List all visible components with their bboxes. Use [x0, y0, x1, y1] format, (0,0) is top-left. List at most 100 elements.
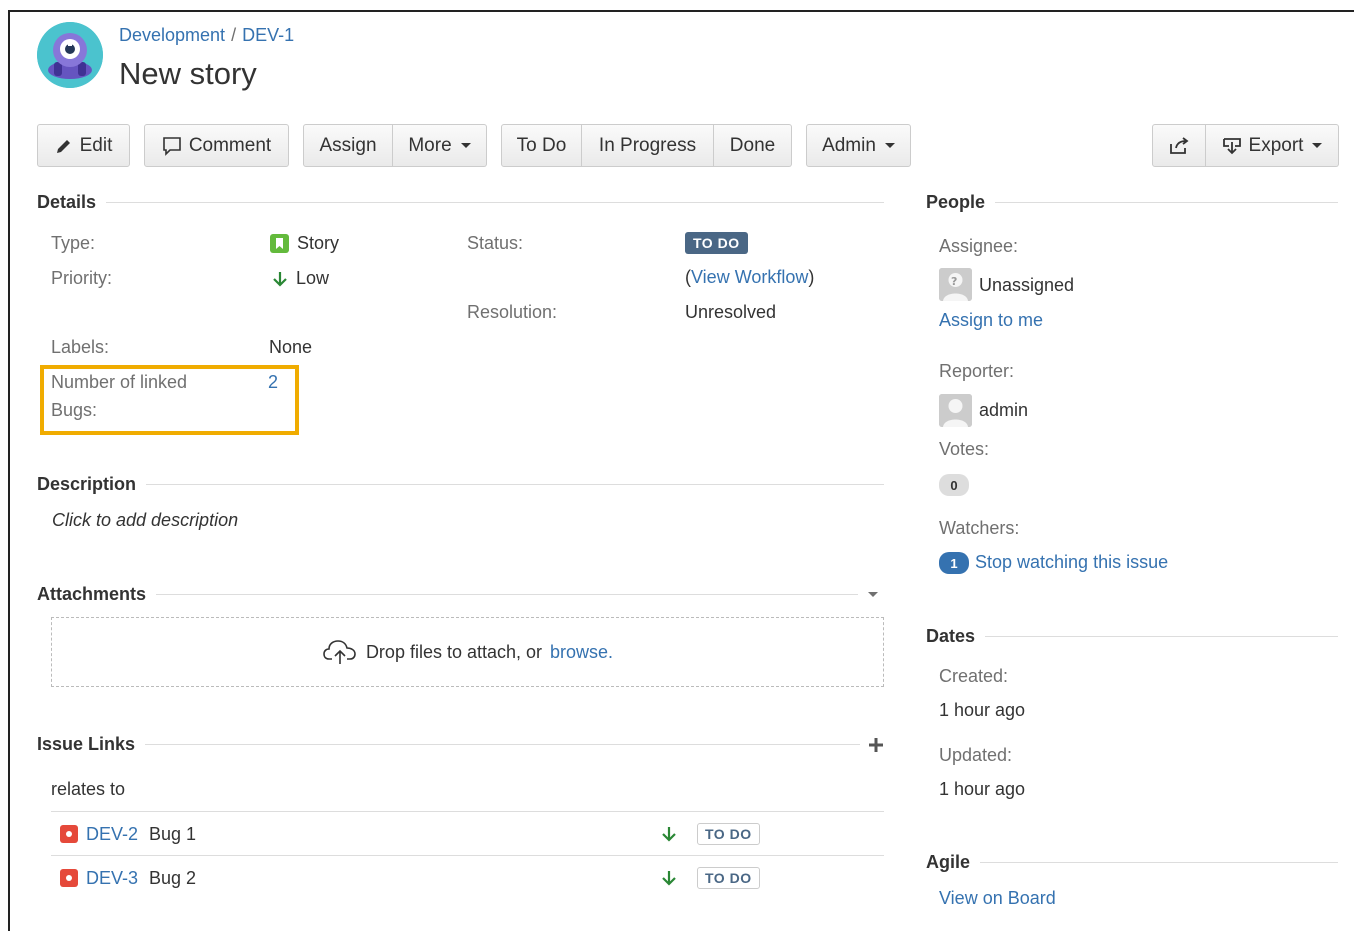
- status-lozenge: TO DO: [685, 232, 748, 254]
- breadcrumb: Development / DEV-1: [119, 25, 294, 46]
- arrow-down-icon: [662, 827, 676, 842]
- download-icon: [1222, 137, 1241, 154]
- dropzone-text: Drop files to attach, or: [365, 641, 543, 662]
- view-workflow-link[interactable]: View Workflow: [691, 267, 808, 287]
- issue-link-row: DEV-3 Bug 2 TO DO: [51, 855, 884, 898]
- edit-button[interactable]: Edit: [37, 124, 130, 167]
- linked-issue-status: TO DO: [697, 867, 760, 889]
- project-avatar-icon[interactable]: [37, 22, 103, 88]
- story-icon: [270, 234, 289, 253]
- view-on-board-link[interactable]: View on Board: [939, 888, 1056, 909]
- dates-section-header[interactable]: Dates: [926, 626, 1338, 647]
- stop-watching-link[interactable]: Stop watching this issue: [975, 552, 1168, 573]
- admin-button-label: Admin: [822, 134, 876, 156]
- todo-transition-button[interactable]: To Do: [501, 124, 582, 167]
- in-progress-button-label: In Progress: [598, 134, 697, 156]
- share-button[interactable]: [1152, 124, 1206, 167]
- browse-link[interactable]: browse.: [550, 642, 613, 663]
- bug-icon: [60, 825, 78, 843]
- breadcrumb-project-link[interactable]: Development: [119, 25, 225, 45]
- admin-button[interactable]: Admin: [806, 124, 911, 167]
- svg-text:?: ?: [951, 275, 957, 288]
- edit-button-label: Edit: [79, 134, 113, 156]
- workflow-group: To Do In Progress Done: [501, 124, 792, 167]
- attachment-dropzone[interactable]: Drop files to attach, or browse.: [51, 617, 884, 687]
- assign-button-label: Assign: [319, 134, 377, 156]
- agile-header-label: Agile: [926, 852, 971, 872]
- comment-button-label: Comment: [188, 134, 272, 156]
- todo-button-label: To Do: [516, 134, 567, 156]
- done-transition-button[interactable]: Done: [714, 124, 792, 167]
- watchers-count-badge[interactable]: 1: [939, 552, 969, 574]
- votes-count-badge[interactable]: 0: [939, 474, 969, 496]
- issue-link-row: DEV-2 Bug 1 TO DO: [51, 811, 884, 854]
- in-progress-transition-button[interactable]: In Progress: [582, 124, 714, 167]
- done-button-label: Done: [729, 134, 776, 156]
- assign-to-me-link[interactable]: Assign to me: [939, 310, 1043, 331]
- chevron-down-icon: [884, 143, 895, 148]
- reporter-label: Reporter:: [939, 361, 1015, 381]
- chevron-down-icon: [1312, 143, 1323, 148]
- export-button-label: Export: [1248, 134, 1304, 156]
- updated-label: Updated:: [939, 745, 1013, 765]
- linked-bugs-label-line1: Number of linked: [51, 372, 188, 392]
- arrow-down-icon: [662, 871, 676, 886]
- description-divider: [146, 484, 884, 485]
- created-value: 1 hour ago: [939, 700, 1026, 720]
- resolution-label: Resolution:: [467, 302, 558, 322]
- agile-section-header[interactable]: Agile: [926, 852, 1338, 873]
- assignee-value[interactable]: Unassigned: [979, 275, 1074, 296]
- attachments-header-label: Attachments: [37, 584, 147, 604]
- labels-value[interactable]: None: [269, 337, 312, 358]
- more-button[interactable]: More: [393, 124, 487, 167]
- export-button[interactable]: Export: [1206, 124, 1339, 167]
- resolution-value: Unresolved: [685, 302, 777, 322]
- votes-label: Votes:: [939, 439, 990, 459]
- more-button-label: More: [408, 134, 452, 156]
- page-title[interactable]: New story: [119, 56, 257, 92]
- issue-links-divider: [145, 744, 860, 745]
- view-workflow: (View Workflow): [685, 267, 814, 288]
- description-section-header[interactable]: Description: [37, 474, 884, 495]
- labels-label: Labels:: [51, 337, 110, 357]
- plus-icon[interactable]: [868, 737, 884, 753]
- assignee-label: Assignee:: [939, 236, 1019, 256]
- priority-value-text: Low: [296, 268, 330, 288]
- dates-header-label: Dates: [926, 626, 976, 646]
- attachments-divider: [156, 594, 858, 595]
- breadcrumb-issue-link[interactable]: DEV-1: [242, 25, 294, 45]
- assign-button[interactable]: Assign: [303, 124, 393, 167]
- chevron-down-icon[interactable]: [868, 592, 878, 597]
- comment-button[interactable]: Comment: [144, 124, 289, 167]
- linked-issue-summary[interactable]: Bug 1: [149, 824, 196, 845]
- watchers-label: Watchers:: [939, 518, 1020, 538]
- attachments-section-header[interactable]: Attachments: [37, 584, 884, 605]
- share-icon: [1170, 136, 1189, 154]
- type-label: Type:: [51, 233, 96, 253]
- description-header-label: Description: [37, 474, 137, 494]
- issue-links-section-header[interactable]: Issue Links: [37, 734, 884, 755]
- linked-issue-key-link[interactable]: DEV-3: [86, 868, 138, 889]
- linked-issue-key-link[interactable]: DEV-2: [86, 824, 138, 845]
- linked-issue-status: TO DO: [697, 823, 760, 845]
- priority-value: Low: [272, 268, 329, 289]
- bug-icon: [60, 869, 78, 887]
- people-header-label: People: [926, 192, 986, 212]
- view-workflow-paren-close: ): [808, 267, 815, 287]
- reporter-value[interactable]: admin: [979, 400, 1028, 421]
- linked-bugs-label-line2: Bugs:: [51, 400, 98, 420]
- details-section-header[interactable]: Details: [37, 192, 884, 213]
- description-placeholder[interactable]: Click to add description: [52, 510, 238, 531]
- linked-issue-summary[interactable]: Bug 2: [149, 868, 196, 889]
- cloud-upload-icon: [323, 640, 356, 664]
- user-avatar-icon: [939, 394, 972, 427]
- unassigned-avatar-icon: ?: [939, 268, 972, 301]
- relation-label: relates to: [51, 779, 126, 799]
- pencil-icon: [56, 139, 70, 153]
- linked-bugs-count-link[interactable]: 2: [268, 372, 278, 393]
- breadcrumb-separator: /: [231, 25, 237, 45]
- agile-divider: [980, 862, 1338, 863]
- dates-divider: [985, 636, 1338, 637]
- share-export-group: Export: [1152, 124, 1339, 167]
- people-section-header[interactable]: People: [926, 192, 1338, 213]
